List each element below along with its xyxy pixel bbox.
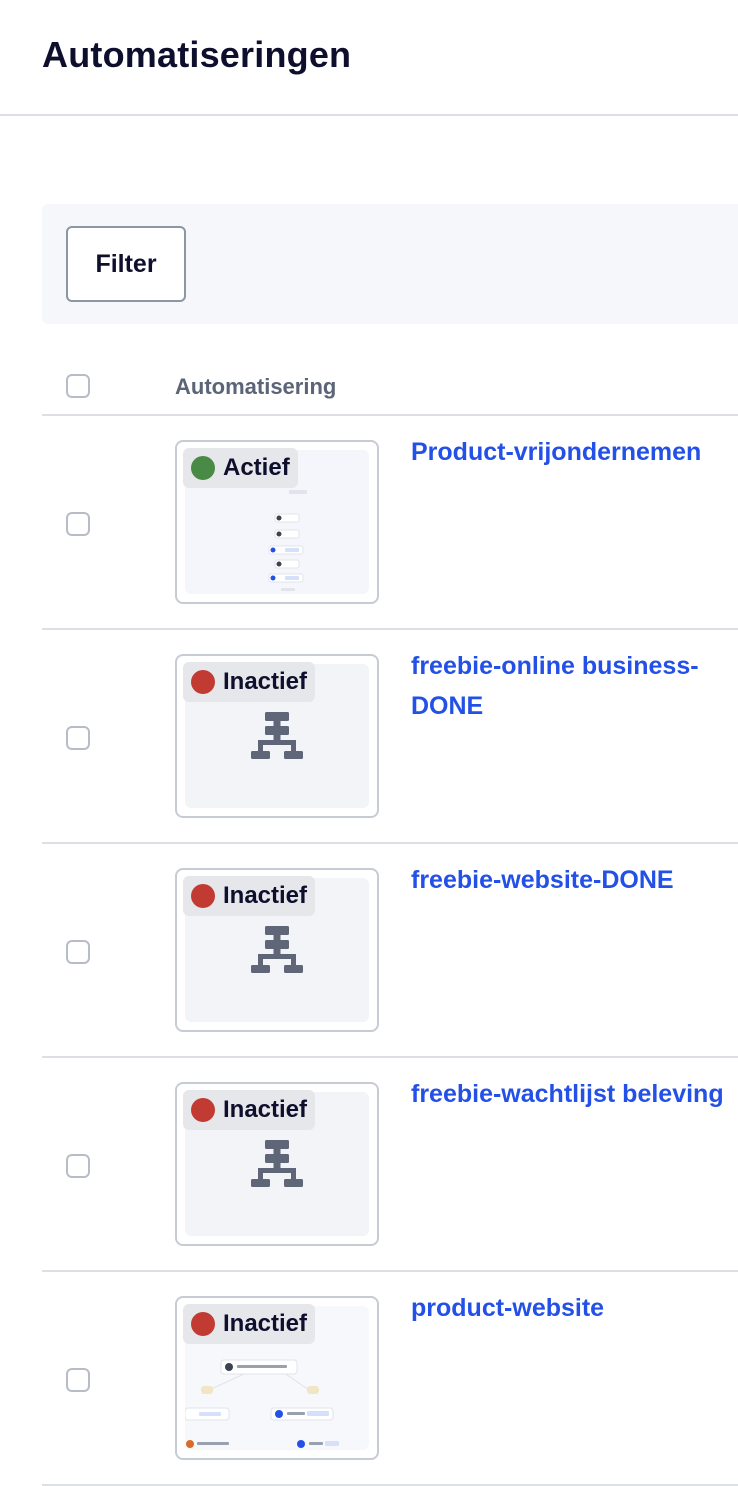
status-badge: Inactief [183, 1090, 316, 1130]
status-label: Actief [223, 454, 290, 481]
status-badge: Inactief [183, 876, 316, 916]
row-checkbox[interactable] [66, 726, 90, 750]
table-row: Inactief product-website [42, 1272, 738, 1486]
column-header-automatisering[interactable]: Automatisering [175, 374, 336, 400]
table-row: Inactief freebie-online business-DONE [42, 630, 738, 844]
status-label: Inactief [223, 668, 308, 695]
page-header: Automatiseringen [0, 0, 738, 116]
status-label: Inactief [223, 1096, 308, 1123]
automation-thumbnail[interactable]: Inactief [175, 1296, 379, 1460]
select-all-checkbox[interactable] [66, 374, 90, 398]
table-row: Inactief freebie-website-DONE [42, 844, 738, 1058]
table-header: Automatisering [42, 354, 738, 416]
flowchart-icon [251, 712, 303, 759]
automation-name-link[interactable]: freebie-wachtlijst beleving [411, 1074, 731, 1114]
automation-thumbnail[interactable]: Inactief [175, 654, 379, 818]
status-inactive-dot [191, 1098, 215, 1122]
automation-name-link[interactable]: product-website [411, 1288, 731, 1328]
automation-name-link[interactable]: freebie-website-DONE [411, 860, 731, 900]
filter-button[interactable]: Filter [66, 226, 186, 302]
automation-name-link[interactable]: Product-vrijondernemen [411, 432, 731, 472]
status-label: Inactief [223, 882, 308, 909]
flowchart-icon [251, 926, 303, 973]
flowchart-icon [251, 1140, 303, 1187]
row-checkbox[interactable] [66, 1368, 90, 1392]
automation-thumbnail[interactable]: Actief [175, 440, 379, 604]
table-row: Inactief freebie-wachtlijst beleving [42, 1058, 738, 1272]
automation-thumbnail[interactable]: Inactief [175, 1082, 379, 1246]
status-badge: Inactief [183, 1304, 316, 1344]
status-badge: Inactief [183, 662, 316, 702]
filter-bar: Filter [42, 204, 738, 324]
row-checkbox[interactable] [66, 940, 90, 964]
status-active-dot [191, 456, 215, 480]
status-inactive-dot [191, 670, 215, 694]
status-label: Inactief [223, 1310, 308, 1337]
status-inactive-dot [191, 1312, 215, 1336]
row-checkbox[interactable] [66, 512, 90, 536]
automation-thumbnail[interactable]: Inactief [175, 868, 379, 1032]
table-row: Actief Product-vrijondernemen [42, 416, 738, 630]
status-badge: Actief [183, 448, 298, 488]
status-inactive-dot [191, 884, 215, 908]
page-title: Automatiseringen [42, 34, 352, 75]
row-checkbox[interactable] [66, 1154, 90, 1178]
automation-name-link[interactable]: freebie-online business-DONE [411, 646, 731, 726]
